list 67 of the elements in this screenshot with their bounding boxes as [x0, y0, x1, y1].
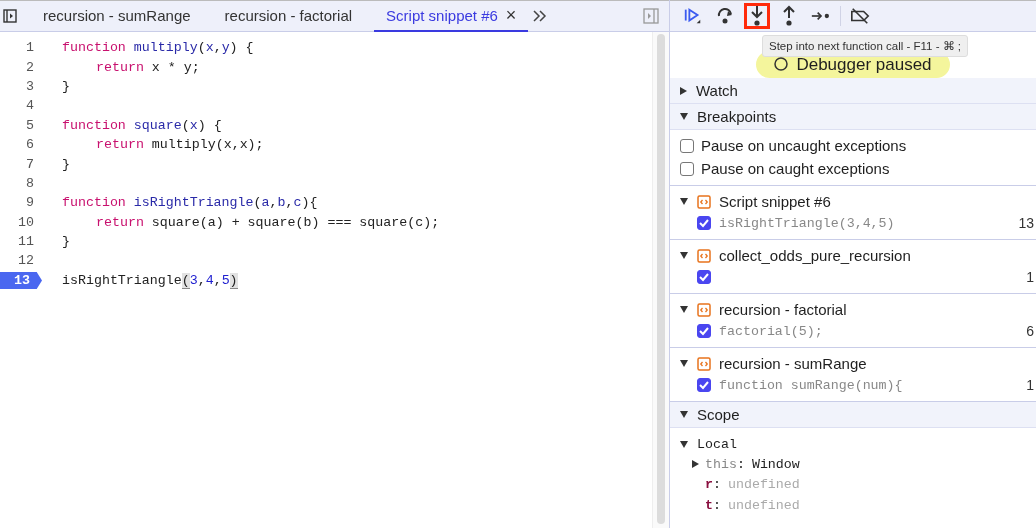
line-number: 1 [1026, 269, 1035, 285]
checkbox[interactable] [697, 324, 711, 338]
line-number: 10 [18, 214, 35, 230]
line-number: 2 [26, 59, 35, 75]
code-line: return square(a) + square(b) === square(c); [95, 214, 440, 230]
line-number: 5 [26, 117, 35, 133]
editor-tab[interactable]: recursion - sumRange [31, 0, 203, 32]
code-line: function multiply(x,y) { [62, 40, 254, 56]
scope-variable[interactable]: this: Window [680, 454, 1036, 475]
line-number: 6 [26, 137, 35, 153]
scrollbar-thumb[interactable] [657, 34, 665, 524]
sidebar-toggle-icon[interactable] [3, 9, 17, 23]
expand-icon[interactable] [680, 306, 688, 313]
line-number: 12 [18, 253, 35, 269]
line-number: 6 [1026, 323, 1035, 339]
breakpoint-marker[interactable]: 13 [0, 271, 42, 289]
checkbox-label: Pause on uncaught exceptions [701, 137, 907, 154]
script-file-icon [697, 302, 711, 317]
line-number: 8 [26, 175, 35, 191]
checkbox[interactable] [680, 138, 694, 153]
file-name: recursion - sumRange [719, 355, 867, 372]
line-number: 9 [26, 195, 35, 211]
code-line: } [62, 78, 70, 94]
scope-variable[interactable]: r: undefined [680, 474, 1036, 495]
line-number: 7 [26, 156, 35, 172]
editor-tab[interactable]: recursion - factorial [212, 0, 365, 32]
scope-group[interactable]: Local [680, 434, 1036, 454]
step-into-icon[interactable] [744, 3, 770, 29]
expand-icon[interactable] [680, 360, 688, 367]
section-header[interactable]: Watch [670, 78, 1036, 104]
expand-icon[interactable] [680, 198, 688, 205]
line-number: 3 [26, 78, 35, 94]
code-line: return x * y; [95, 59, 200, 75]
checkbox-label: Pause on caught exceptions [701, 160, 890, 177]
code-line: } [62, 156, 70, 172]
script-file-icon [697, 194, 711, 209]
breakpoint-code: factorial(5); [719, 323, 823, 339]
checkbox[interactable] [697, 270, 711, 284]
breakpoint-code: isRightTriangle(3,4,5) [719, 215, 895, 231]
line-number: 1 [1026, 377, 1035, 393]
code-line: function square(x) { [62, 117, 222, 133]
file-name: Script snippet #6 [719, 193, 831, 210]
editor-tab[interactable]: Script snippet #6 × [374, 0, 529, 32]
expand-icon[interactable] [680, 252, 688, 259]
code-line: isRightTriangle(3,4,5) [62, 272, 238, 288]
script-file-icon [697, 356, 711, 371]
checkbox[interactable] [697, 216, 711, 230]
file-name: recursion - factorial [719, 301, 847, 318]
line-number: 13 [1018, 215, 1035, 231]
code-line: return multiply(x,x); [95, 137, 264, 153]
chevrons-icon[interactable] [532, 10, 549, 22]
line-number: 4 [26, 98, 35, 114]
checkbox[interactable] [680, 161, 694, 176]
script-file-icon [697, 248, 711, 263]
section-header[interactable]: Scope [670, 402, 1036, 428]
code-line: } [62, 234, 70, 250]
breakpoint-code: function sumRange(num){ [719, 377, 903, 393]
checkbox[interactable] [697, 378, 711, 392]
close-icon[interactable]: × [505, 4, 517, 26]
section-header[interactable]: Breakpoints [670, 104, 1036, 130]
panel-toggle-icon[interactable] [643, 8, 659, 24]
line-number: 1 [26, 40, 35, 56]
line-number: 11 [18, 234, 35, 250]
file-name: collect_odds_pure_recursion [719, 247, 911, 264]
tooltip: Step into next function call - F11 - ⌘ ; [762, 35, 969, 57]
code-line: function isRightTriangle(a,b,c){ [62, 195, 318, 211]
scope-variable[interactable]: t: undefined [680, 495, 1036, 516]
